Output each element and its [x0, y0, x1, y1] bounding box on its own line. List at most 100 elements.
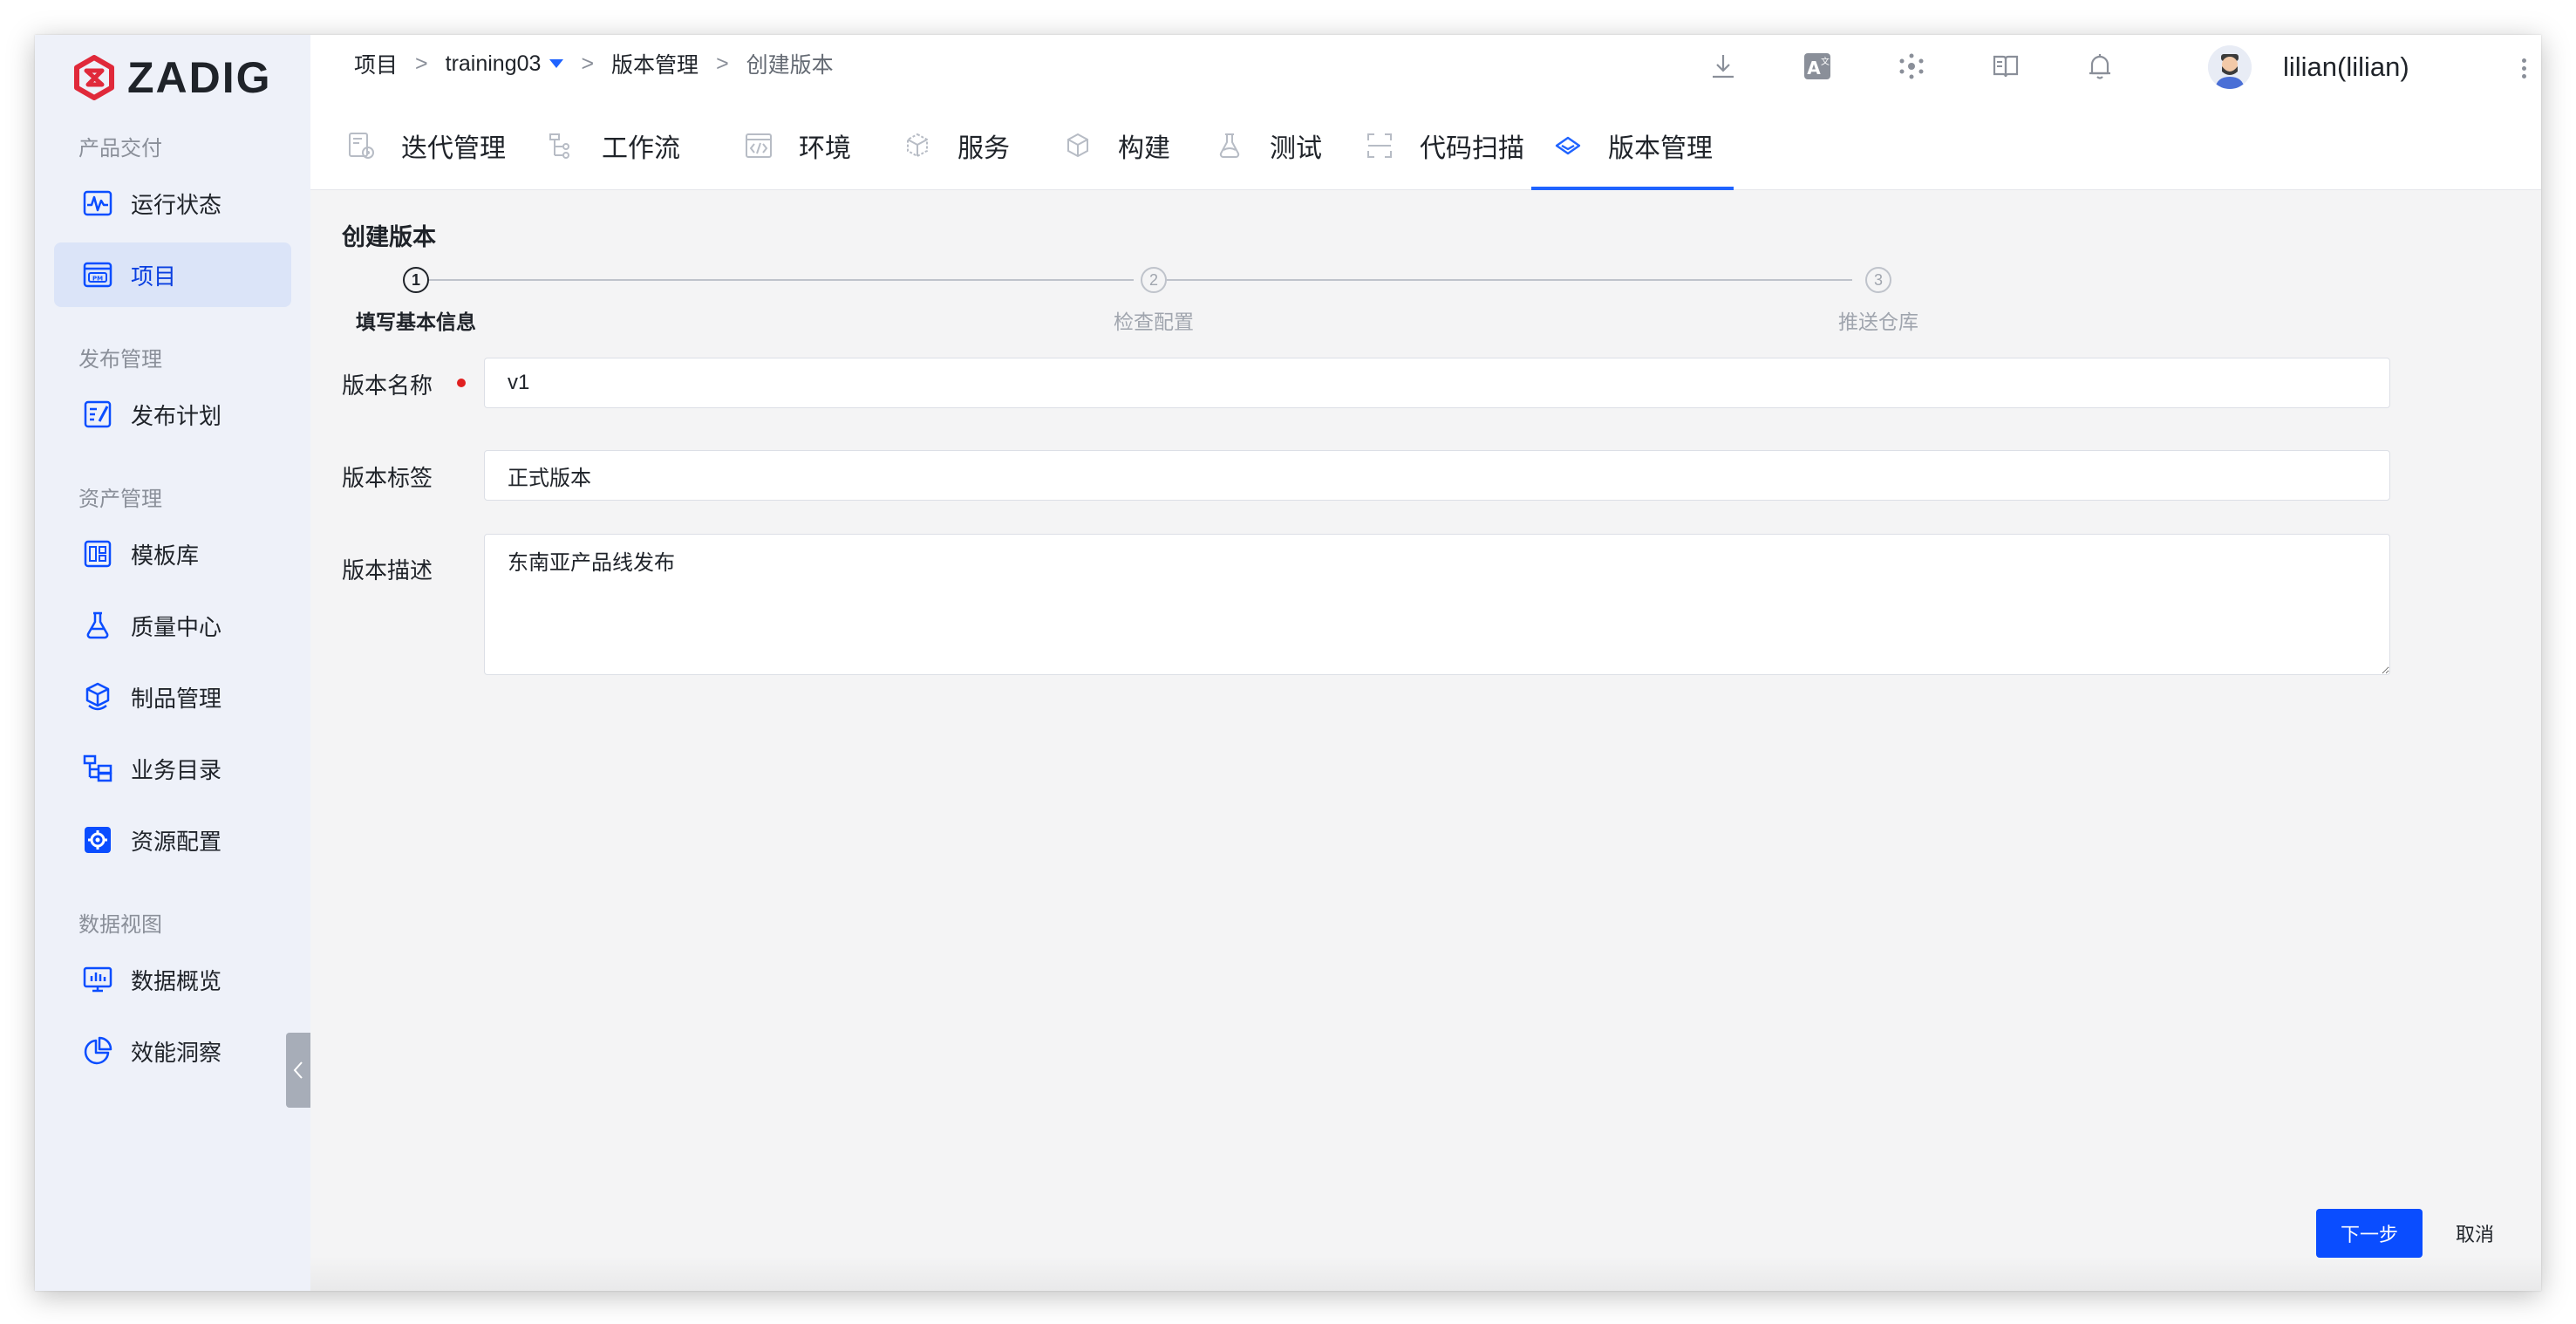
tab-label: 代码扫描: [1420, 134, 1524, 163]
build-box-icon: [1060, 128, 1095, 163]
tab-label: 测试: [1270, 134, 1322, 163]
zadig-logo[interactable]: ZADIG: [72, 51, 272, 105]
version-desc-label: 版本描述: [342, 557, 433, 584]
avatar[interactable]: [2208, 45, 2252, 89]
version-name-input[interactable]: [484, 358, 2390, 408]
version-desc-textarea[interactable]: 东南亚产品线发布: [484, 534, 2390, 675]
sidebar-item-label: 效能洞察: [131, 1039, 222, 1066]
version-tag-label: 版本标签: [342, 465, 433, 491]
download-icon[interactable]: [1706, 49, 1741, 84]
user-avatar-icon: [2208, 45, 2252, 89]
step-3-label: 推送仓库: [1838, 311, 1918, 333]
tab-build[interactable]: 构建: [1060, 101, 1170, 190]
step-1-label: 填写基本信息: [356, 311, 476, 333]
sidebar-item-label: 发布计划: [131, 402, 222, 429]
more-vertical-icon[interactable]: [2513, 51, 2534, 85]
release-plan-icon: [80, 397, 115, 432]
step-1-circle: 1: [403, 267, 429, 293]
group-label-delivery: 产品交付: [78, 137, 162, 160]
sidebar-item-release-plan[interactable]: 发布计划: [54, 382, 291, 447]
sidebar-item-data-overview[interactable]: 数据概览: [54, 947, 291, 1012]
docs-book-icon[interactable]: [1988, 49, 2023, 84]
template-icon: [80, 536, 115, 571]
sidebar-item-label: 质量中心: [131, 613, 222, 640]
breadcrumb-project-name: training03: [445, 51, 542, 76]
project-pm-icon: PM: [80, 257, 115, 292]
svg-text:PM: PM: [92, 276, 103, 283]
step-2-circle: 2: [1141, 267, 1167, 293]
bell-icon[interactable]: [2082, 49, 2117, 84]
plugins-icon[interactable]: [1894, 49, 1929, 84]
sidebar: ZADIG 产品交付 运行状态 PM 项目 发布管理 发布计划 资产管理 模板库…: [35, 35, 310, 1291]
bottom-shadow: [310, 1256, 2541, 1291]
step-connector: [429, 279, 1134, 281]
sidebar-item-label: 数据概览: [131, 967, 222, 994]
tab-label: 服务: [957, 134, 1010, 163]
breadcrumb-version-management[interactable]: 版本管理: [611, 48, 699, 79]
tab-label: 工作流: [602, 134, 680, 163]
tab-label: 迭代管理: [401, 134, 506, 163]
top-header: 项目 > training03 > 版本管理 > 创建版本 A文 lilian(…: [310, 35, 2541, 190]
catalog-icon: [80, 751, 115, 786]
active-tab-indicator: [1531, 187, 1734, 190]
tab-workflow[interactable]: 工作流: [544, 101, 680, 190]
sidebar-item-project[interactable]: PM 项目: [54, 242, 291, 307]
sidebar-item-catalog[interactable]: 业务目录: [54, 736, 291, 801]
cancel-button[interactable]: 取消: [2443, 1209, 2506, 1258]
tab-label: 构建: [1118, 134, 1170, 163]
sidebar-item-status[interactable]: 运行状态: [54, 171, 291, 235]
monitor-chart-icon: [80, 962, 115, 997]
steps: 1 填写基本信息 2 检查配置 3 推送仓库: [310, 258, 2541, 337]
sidebar-item-insights[interactable]: 效能洞察: [54, 1019, 291, 1083]
tab-version-management[interactable]: 版本管理: [1550, 101, 1713, 190]
tab-iteration[interactable]: 迭代管理: [344, 101, 506, 190]
group-label-assets: 资产管理: [78, 488, 162, 511]
sidebar-item-label: 资源配置: [131, 828, 222, 855]
sidebar-item-label: 业务目录: [131, 756, 222, 783]
username[interactable]: lilian(lilian): [2283, 47, 2409, 87]
sidebar-collapse-button[interactable]: [286, 1033, 310, 1108]
step-connector: [1167, 279, 1852, 281]
sidebar-item-quality[interactable]: 质量中心: [54, 593, 291, 658]
test-flask-icon: [1212, 128, 1247, 163]
diamond-icon: [1550, 128, 1585, 163]
sidebar-item-resources[interactable]: 资源配置: [54, 808, 291, 872]
sidebar-item-templates[interactable]: 模板库: [54, 522, 291, 586]
tab-label: 环境: [799, 134, 851, 163]
pie-chart-icon: [80, 1034, 115, 1068]
pulse-icon: [80, 186, 115, 221]
project-tabs: 迭代管理 工作流 环境 服务 构建 测试 代码扫描 版本管理: [310, 101, 2541, 190]
app-window: ZADIG 产品交付 运行状态 PM 项目 发布管理 发布计划 资产管理 模板库…: [35, 35, 2541, 1291]
page-title: 创建版本: [342, 224, 436, 250]
sidebar-item-label: 模板库: [131, 542, 200, 569]
scan-icon: [1362, 128, 1397, 163]
tab-service[interactable]: 服务: [900, 101, 1010, 190]
translate-icon[interactable]: A文: [1800, 49, 1835, 84]
next-step-button[interactable]: 下一步: [2316, 1209, 2423, 1258]
version-name-label: 版本名称: [342, 372, 433, 399]
package-icon: [80, 679, 115, 714]
tab-label: 版本管理: [1608, 134, 1713, 163]
code-env-icon: [741, 128, 776, 163]
sidebar-item-label: 项目: [131, 263, 177, 290]
tab-test[interactable]: 测试: [1212, 101, 1322, 190]
breadcrumb-project-select[interactable]: training03: [446, 51, 564, 77]
tab-environment[interactable]: 环境: [741, 101, 851, 190]
breadcrumb-separator: >: [716, 51, 729, 76]
breadcrumb-projects[interactable]: 项目: [354, 48, 398, 79]
breadcrumb-separator: >: [581, 51, 595, 76]
sidebar-item-label: 制品管理: [131, 685, 222, 712]
breadcrumb: 项目 > training03 > 版本管理 > 创建版本: [354, 47, 834, 80]
service-cube-icon: [900, 128, 935, 163]
group-label-data-view: 数据视图: [78, 913, 162, 937]
step-3-circle: 3: [1865, 267, 1891, 293]
flask-icon: [80, 608, 115, 643]
iteration-icon: [344, 128, 378, 163]
sidebar-item-artifacts[interactable]: 制品管理: [54, 665, 291, 729]
caret-down-icon: [549, 59, 564, 68]
version-tag-input[interactable]: [484, 450, 2390, 501]
svg-text:文: 文: [1821, 56, 1830, 67]
tab-code-scan[interactable]: 代码扫描: [1362, 101, 1524, 190]
zadig-logo-icon: [74, 55, 114, 100]
workflow-icon: [544, 128, 579, 163]
